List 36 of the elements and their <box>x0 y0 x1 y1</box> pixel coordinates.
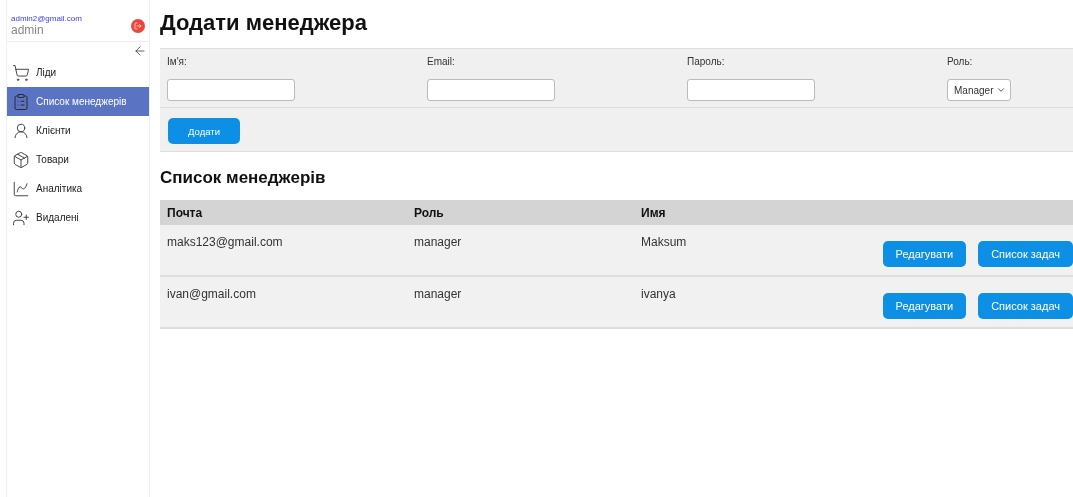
logout-icon[interactable] <box>131 18 145 33</box>
user-plus-icon <box>12 208 30 227</box>
column-header: Имя <box>641 206 667 220</box>
sidebar-item[interactable]: Клієнти <box>7 116 149 145</box>
field-label: Пароль: <box>687 56 726 67</box>
column-header: Почта <box>167 206 204 220</box>
page-title: Додати менеджера <box>160 10 368 36</box>
table-cell-text: ivan@gmail.com <box>167 287 257 301</box>
table-cell-text: maks123@gmail.com <box>167 235 284 249</box>
cart-icon <box>12 63 30 82</box>
table-cell-text: manager <box>414 235 463 249</box>
field-label: Ім'я: <box>167 56 188 67</box>
section-title: Список менеджерів <box>160 168 327 188</box>
clipboard-icon <box>12 92 30 111</box>
sidebar-item[interactable]: Аналітика <box>7 174 149 203</box>
input-field[interactable] <box>687 79 815 101</box>
role-select[interactable]: Manager <box>947 79 1011 101</box>
user-email: admin2@gmail.com <box>11 14 82 23</box>
chart-icon <box>12 179 30 198</box>
field-label: Email: <box>427 56 456 67</box>
user-name: admin <box>11 23 45 37</box>
table-cell-text: manager <box>414 287 463 301</box>
sidebar-item[interactable]: Список менеджерів <box>7 87 149 116</box>
chevron-down-icon <box>996 85 1006 95</box>
sidebar-item[interactable]: Товари <box>7 145 149 174</box>
field-label: Роль: <box>947 56 974 67</box>
back-arrow-icon[interactable] <box>133 44 147 58</box>
sidebar-item[interactable]: Ліди <box>7 58 149 87</box>
column-header: Роль <box>414 206 445 220</box>
input-field[interactable] <box>427 79 555 101</box>
box-icon <box>12 150 30 169</box>
table-cell-text: Maksum <box>641 235 688 249</box>
input-field[interactable] <box>167 79 295 101</box>
sidebar-item[interactable]: Видалені <box>7 203 149 232</box>
user-icon <box>12 121 30 140</box>
table-cell-text: ivanya <box>641 287 677 301</box>
